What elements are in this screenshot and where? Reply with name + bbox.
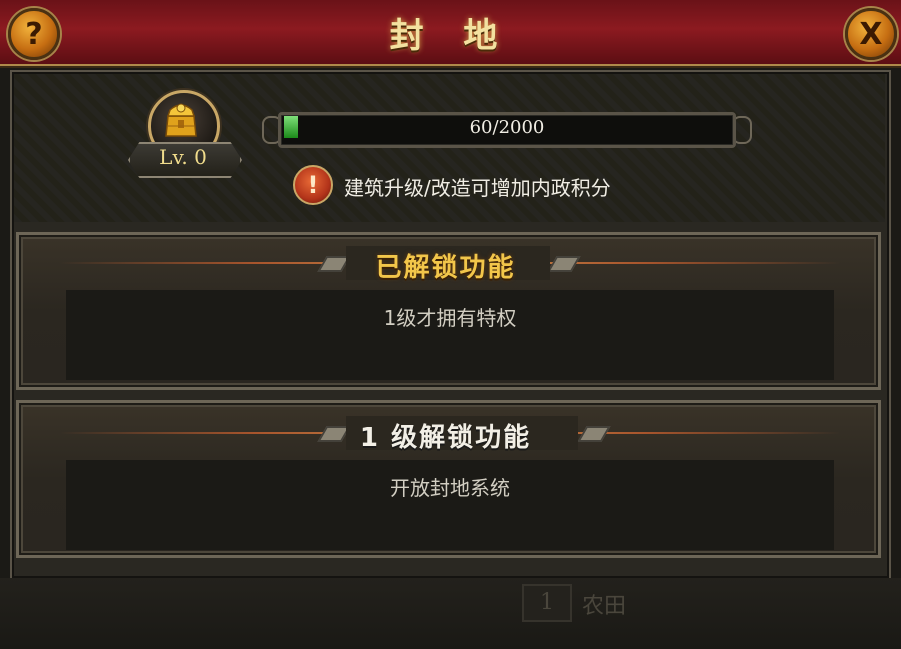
close-button[interactable]: X: [845, 8, 897, 60]
background-strip: [0, 578, 901, 649]
panel-text: 开放封地系统: [390, 476, 510, 500]
gold-chest-icon: [165, 103, 197, 137]
panel-title-level1: 1 级解锁功能: [359, 423, 532, 453]
close-icon: X: [859, 16, 883, 52]
help-button[interactable]: ?: [8, 8, 60, 60]
window-title: 封 地: [389, 16, 512, 56]
panel-title-unlocked: 已解锁功能: [375, 253, 516, 283]
question-icon: ?: [25, 16, 43, 52]
background-slot-label: 农田: [582, 594, 627, 619]
warning-icon: !: [293, 165, 333, 205]
hint-text: 建筑升级/改造可增加内政积分: [344, 176, 611, 200]
level-label: Lv. 0: [159, 145, 207, 169]
progress-text: 60/2000: [469, 117, 545, 138]
panel-text: 1级才拥有特权: [383, 306, 517, 330]
background-slot-number: 1: [522, 584, 572, 622]
